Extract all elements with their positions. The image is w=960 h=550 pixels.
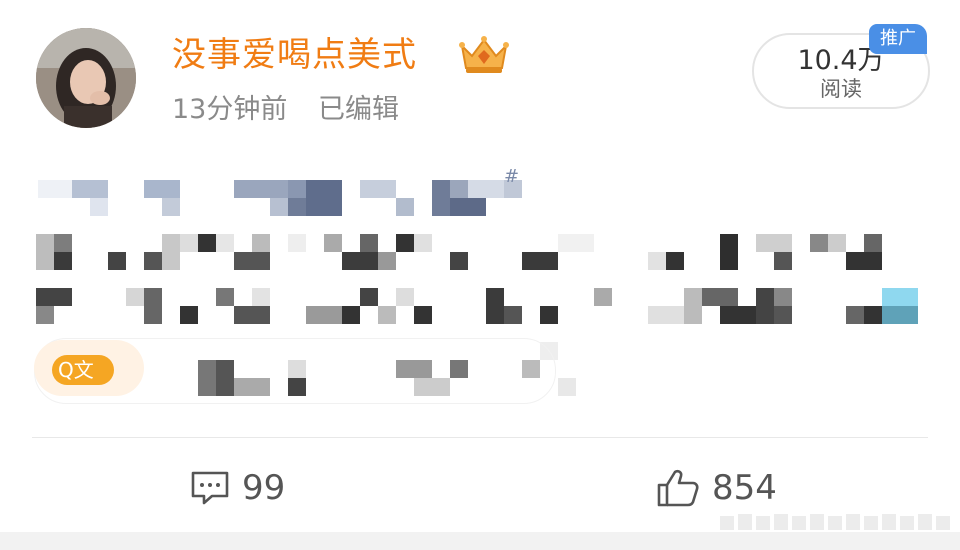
divider <box>32 437 928 438</box>
comment-icon <box>191 471 229 505</box>
like-button[interactable]: 854 <box>656 466 777 510</box>
thumbs-up-icon <box>657 469 699 507</box>
watermark-graphic <box>720 514 950 530</box>
topic-chip-label: Q文 <box>52 355 114 385</box>
bottom-separator <box>0 532 960 550</box>
like-count: 854 <box>712 468 777 508</box>
comment-count: 99 <box>242 468 286 508</box>
comment-button[interactable]: 99 <box>190 466 285 510</box>
svg-text:#: # <box>504 166 519 187</box>
